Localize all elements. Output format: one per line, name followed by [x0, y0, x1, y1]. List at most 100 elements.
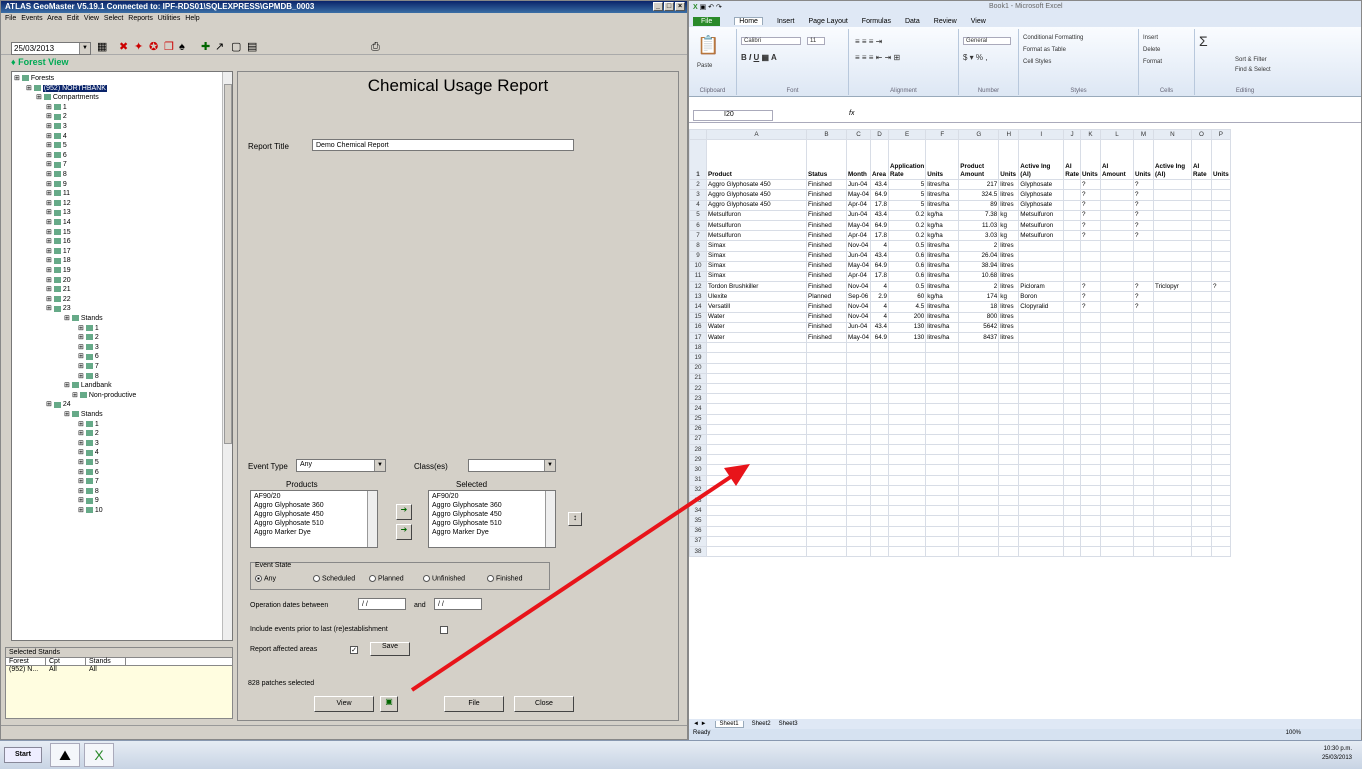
- cell[interactable]: Nov-04: [846, 281, 871, 293]
- cell[interactable]: Jun-04: [846, 209, 871, 221]
- cell[interactable]: [1099, 301, 1134, 313]
- cell[interactable]: Status: [806, 139, 847, 181]
- cell[interactable]: [706, 382, 807, 395]
- cell[interactable]: May-04: [846, 331, 871, 344]
- cell[interactable]: [1079, 403, 1101, 415]
- cell[interactable]: [1018, 362, 1065, 374]
- cell[interactable]: Finished: [806, 179, 847, 191]
- cell[interactable]: [887, 525, 927, 537]
- radio-icon[interactable]: [313, 575, 320, 582]
- cell[interactable]: [1018, 331, 1065, 344]
- cell[interactable]: [1063, 219, 1081, 232]
- cell[interactable]: [925, 362, 960, 374]
- cell[interactable]: Application Rate: [887, 139, 927, 181]
- cell[interactable]: Active Ing (AI): [1152, 139, 1192, 181]
- cell[interactable]: Metsulfuron: [706, 209, 807, 221]
- cell[interactable]: [1190, 321, 1212, 334]
- cell[interactable]: [1079, 250, 1101, 262]
- tree-node[interactable]: ⊞ 8: [78, 372, 99, 381]
- cell[interactable]: [1132, 413, 1154, 425]
- cell[interactable]: Glyphosate: [1018, 189, 1065, 201]
- cell[interactable]: [1063, 311, 1081, 323]
- cell[interactable]: [870, 372, 889, 384]
- cell[interactable]: [998, 413, 1020, 425]
- cell[interactable]: [1079, 260, 1101, 272]
- tab-formulas[interactable]: Formulas: [862, 18, 891, 25]
- cell[interactable]: [1190, 189, 1212, 201]
- cell[interactable]: ?: [1079, 230, 1101, 242]
- stamp-icon[interactable]: ✪: [149, 40, 158, 54]
- cell[interactable]: [1079, 352, 1101, 364]
- cell[interactable]: Metsulfuron: [1018, 230, 1065, 242]
- cell[interactable]: [1079, 321, 1101, 334]
- cell[interactable]: 4: [870, 240, 889, 252]
- cell[interactable]: Finished: [806, 281, 847, 293]
- cell[interactable]: [1099, 515, 1134, 527]
- box-icon[interactable]: ▢: [231, 40, 241, 54]
- cell[interactable]: [925, 494, 960, 507]
- cell[interactable]: [1190, 240, 1212, 252]
- cell[interactable]: Jun-04: [846, 179, 871, 191]
- cell[interactable]: [1152, 331, 1192, 344]
- cell[interactable]: litres/ha: [925, 281, 960, 293]
- list-item[interactable]: Aggro Glyphosate 510: [254, 519, 374, 528]
- cell[interactable]: [806, 413, 847, 425]
- cell[interactable]: Finished: [806, 321, 847, 334]
- cell[interactable]: 0.2: [887, 230, 927, 242]
- cell[interactable]: 0.5: [887, 281, 927, 293]
- cell[interactable]: [1099, 393, 1134, 405]
- cell[interactable]: [1210, 372, 1231, 384]
- cell[interactable]: [706, 413, 807, 425]
- tree-node[interactable]: ⊞ (952) NORTHBANK: [26, 84, 107, 93]
- cell[interactable]: [1190, 494, 1212, 507]
- cell[interactable]: ?: [1132, 199, 1154, 211]
- tree-node[interactable]: ⊞ 24: [46, 400, 71, 409]
- cell[interactable]: Ulexite: [706, 291, 807, 303]
- cell[interactable]: ?: [1132, 219, 1154, 232]
- cell[interactable]: [1063, 230, 1081, 242]
- column-header[interactable]: F: [925, 129, 960, 141]
- column-header[interactable]: P: [1210, 129, 1231, 141]
- cell[interactable]: [1210, 311, 1231, 323]
- row-header[interactable]: 20: [689, 362, 707, 374]
- cell[interactable]: [1152, 535, 1192, 547]
- add-product-button[interactable]: ➔: [396, 504, 412, 520]
- column-header[interactable]: H: [998, 129, 1020, 141]
- tree-node[interactable]: ⊞ 3: [46, 122, 67, 131]
- tree-node[interactable]: ⊞ 7: [78, 477, 99, 486]
- cell[interactable]: ?: [1132, 209, 1154, 221]
- cell[interactable]: [1079, 535, 1101, 547]
- cell[interactable]: [1099, 291, 1134, 303]
- cell[interactable]: [1018, 342, 1065, 354]
- cell[interactable]: [846, 423, 871, 435]
- cell[interactable]: Boron: [1018, 291, 1065, 303]
- cell[interactable]: [887, 484, 927, 497]
- cell[interactable]: kg/ha: [925, 219, 960, 232]
- cell[interactable]: [958, 444, 1000, 456]
- cell[interactable]: [1063, 179, 1081, 191]
- list-item[interactable]: Aggro Glyphosate 450: [254, 510, 374, 519]
- chevron-down-icon[interactable]: ▼: [374, 460, 385, 471]
- cell[interactable]: 17.8: [870, 230, 889, 242]
- tree-node[interactable]: ⊞ 11: [46, 189, 70, 198]
- row-header[interactable]: 6: [689, 219, 707, 232]
- cell[interactable]: [1099, 331, 1134, 344]
- tree-node[interactable]: ⊞ 21: [46, 285, 71, 294]
- row-header[interactable]: 31: [689, 474, 707, 486]
- cell[interactable]: 324.5: [958, 189, 1000, 201]
- cell[interactable]: [1099, 505, 1134, 517]
- cell[interactable]: litres/ha: [925, 311, 960, 323]
- cell[interactable]: [870, 464, 889, 476]
- cell[interactable]: [1018, 494, 1065, 507]
- row-header[interactable]: 29: [689, 454, 707, 466]
- cell[interactable]: [958, 464, 1000, 476]
- cell[interactable]: [846, 342, 871, 354]
- cell[interactable]: 5642: [958, 321, 1000, 334]
- cell[interactable]: [1210, 433, 1231, 446]
- cell[interactable]: [1152, 311, 1192, 323]
- cell[interactable]: [806, 362, 847, 374]
- row-header[interactable]: 12: [689, 281, 707, 293]
- cell[interactable]: [1210, 291, 1231, 303]
- cell[interactable]: [846, 433, 871, 446]
- cell[interactable]: [806, 505, 847, 517]
